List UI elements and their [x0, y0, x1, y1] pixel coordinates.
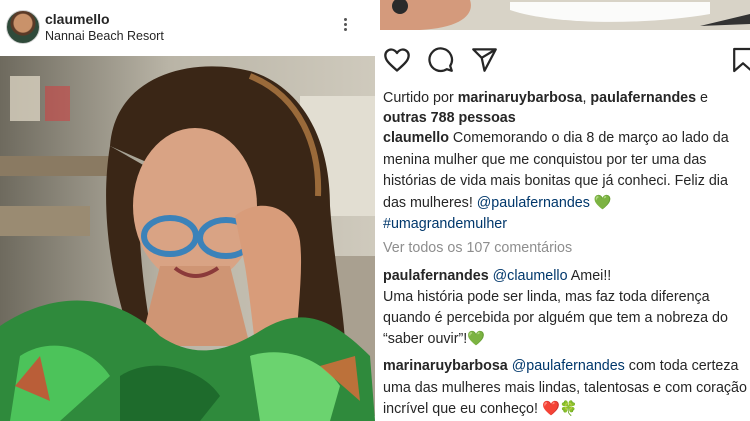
post-left-panel: claumello Nannai Beach Resort	[0, 0, 375, 421]
green-heart-emoji: 💚	[467, 331, 486, 347]
likes-others[interactable]: outras 788 pessoas	[383, 110, 516, 126]
likes-summary[interactable]: Curtido por marinaruybarbosa, paulaferna…	[383, 88, 749, 128]
heart-icon[interactable]	[383, 46, 411, 74]
green-heart-emoji: 💚	[589, 194, 612, 211]
avatar[interactable]	[6, 10, 40, 44]
more-options-icon[interactable]	[338, 16, 352, 38]
comment-text: Uma história pode ser linda, mas faz tod…	[383, 289, 728, 347]
heart-clover-emoji: ❤️🍀	[541, 401, 578, 417]
send-icon[interactable]	[471, 46, 498, 73]
liker-link[interactable]: paulafernandes	[590, 90, 696, 106]
view-all-comments-link[interactable]: Ver todos os 107 comentários	[383, 240, 572, 256]
post-header: claumello Nannai Beach Resort	[0, 0, 375, 56]
comment-item: marinaruybarbosa @paulafernandes com tod…	[383, 356, 750, 421]
post-username[interactable]: claumello	[45, 11, 110, 27]
post-photo[interactable]	[0, 56, 375, 421]
photo-bottom-strip	[380, 0, 750, 30]
post-right-panel: Curtido por marinaruybarbosa, paulaferna…	[380, 0, 750, 421]
caption-hashtag[interactable]: #umagrandemulher	[383, 216, 507, 232]
post-photo-illustration	[0, 56, 375, 421]
photo-strip-illustration	[380, 0, 750, 30]
comment-username[interactable]: paulafernandes	[383, 268, 489, 284]
caption-username[interactable]: claumello	[383, 130, 449, 146]
likes-and: e	[696, 90, 709, 106]
comment-text: Amei!!	[567, 268, 612, 284]
likes-prefix: Curtido por	[383, 90, 458, 106]
comment-item: paulafernandes @claumello Amei!! Uma hist…	[383, 266, 750, 350]
comment-mention[interactable]: @claumello	[493, 268, 568, 284]
post-location[interactable]: Nannai Beach Resort	[45, 29, 164, 43]
bookmark-icon[interactable]	[732, 46, 750, 74]
comment-mention[interactable]: @paulafernandes	[512, 358, 625, 374]
caption-mention[interactable]: @paulafernandes	[477, 195, 590, 211]
comment-icon[interactable]	[427, 46, 454, 73]
comment-username[interactable]: marinaruybarbosa	[383, 358, 508, 374]
post-caption: claumello Comemorando o dia 8 de março a…	[383, 128, 749, 236]
liker-link[interactable]: marinaruybarbosa	[458, 90, 583, 106]
